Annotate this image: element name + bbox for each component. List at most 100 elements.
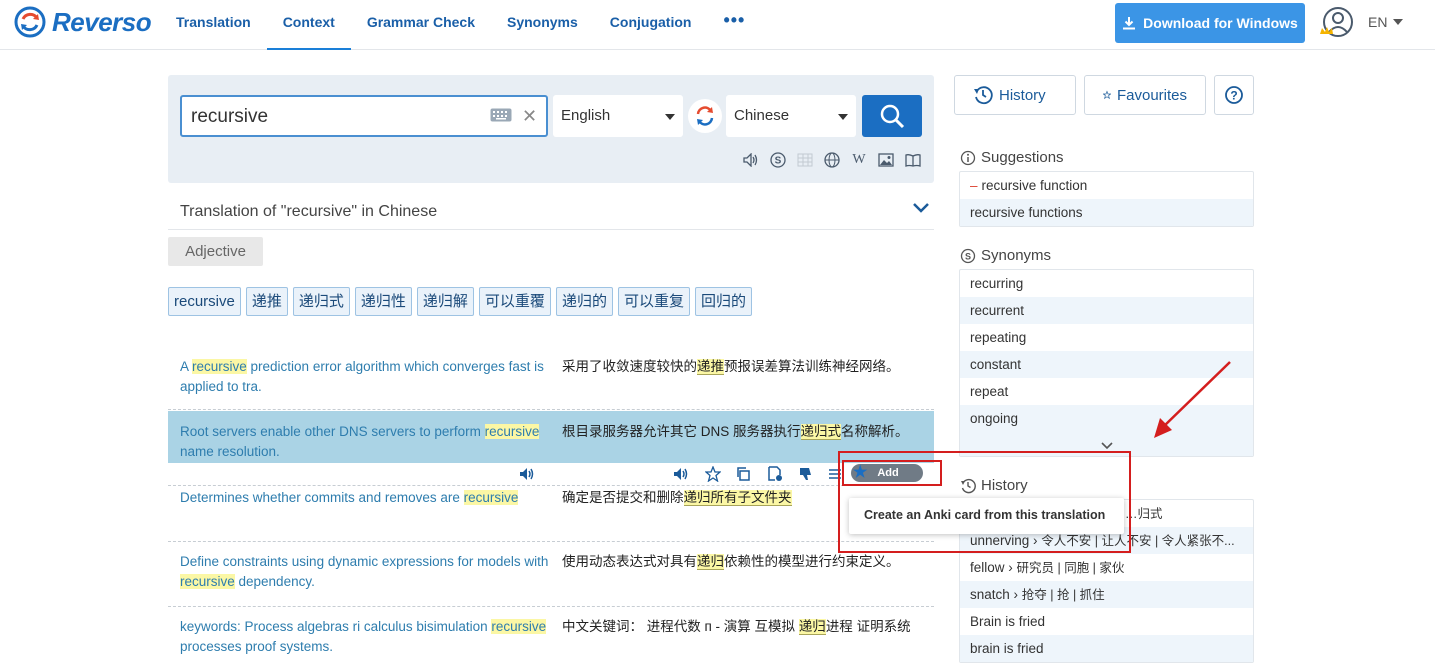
synonyms-icon[interactable]: S — [769, 151, 787, 169]
info-icon — [960, 150, 976, 165]
suggestion-text: recursive function — [981, 178, 1088, 193]
translation-header[interactable]: Translation of "recursive" in Chinese — [168, 194, 934, 230]
example-source: keywords: Process algebras ri calculus b… — [180, 617, 550, 657]
search-panel: ✕ English Chinese S — [168, 75, 934, 183]
clear-icon[interactable]: ✕ — [522, 106, 537, 127]
example-target: 使用动态表达式对具有递归依赖性的模型进行约束定义。 — [562, 552, 932, 572]
example-text: processes proof systems. — [180, 639, 334, 654]
example-source: Root servers enable other DNS servers to… — [180, 422, 550, 462]
synonyms-title: Synonyms — [981, 247, 1052, 264]
translation-chip[interactable]: 递归的 — [555, 287, 613, 316]
example-actions — [168, 462, 934, 486]
example-text: 进程 证明系统 — [825, 619, 911, 634]
image-icon[interactable] — [877, 151, 895, 169]
reverso-logo[interactable]: Reverso — [14, 6, 152, 38]
history-item[interactable]: snatch › 抢夺 | 抢 | 抓住 — [960, 581, 1253, 608]
nav-grammar-check[interactable]: Grammar Check — [351, 0, 491, 50]
suggestion-item[interactable]: recursive functions — [960, 199, 1253, 226]
nav-more-button[interactable]: ••• — [707, 0, 761, 50]
example-target: 采用了收敛速度较快的递推预报误差算法训练神经网络。 — [562, 357, 932, 377]
translation-chip[interactable]: recursive — [168, 287, 241, 316]
thumbs-down-icon[interactable] — [796, 464, 816, 484]
search-input[interactable] — [191, 106, 471, 128]
history-icon — [974, 86, 993, 105]
part-of-speech-tag: Adjective — [168, 237, 263, 266]
nav-translation[interactable]: Translation — [160, 0, 267, 50]
search-tools: S W — [742, 151, 922, 169]
main-nav: Translation Context Grammar Check Synony… — [160, 0, 761, 50]
synonym-item[interactable]: recurrent — [960, 297, 1253, 324]
example-highlight[interactable]: 递推 — [697, 359, 724, 375]
example-highlight[interactable]: 递归式 — [800, 424, 842, 440]
example-row[interactable]: keywords: Process algebras ri calculus b… — [168, 608, 934, 664]
nav-synonyms[interactable]: Synonyms — [491, 0, 594, 50]
download-icon — [1123, 17, 1136, 30]
swap-icon — [696, 106, 714, 126]
keyboard-icon[interactable] — [490, 108, 512, 127]
translation-chip[interactable]: 递归式 — [292, 287, 350, 316]
suggestion-item[interactable]: – recursive function — [960, 172, 1253, 199]
example-row-selected[interactable]: Root servers enable other DNS servers to… — [168, 411, 934, 463]
example-highlight: recursive — [192, 359, 247, 374]
example-highlight: recursive — [180, 574, 235, 589]
example-row[interactable]: A recursive prediction error algorithm w… — [168, 346, 934, 410]
suggestions-heading: Suggestions — [960, 149, 1064, 166]
example-source: Define constraints using dynamic express… — [180, 552, 550, 592]
chevron-down-icon — [838, 114, 848, 120]
translation-chip[interactable]: 可以重覆 — [478, 287, 551, 316]
example-highlight[interactable]: 递归 — [697, 554, 724, 570]
svg-text:S: S — [775, 156, 782, 167]
user-avatar-icon[interactable] — [1318, 6, 1354, 40]
example-highlight: recursive — [463, 490, 519, 505]
translation-chip[interactable]: 可以重复 — [617, 287, 690, 316]
search-button[interactable] — [862, 95, 922, 137]
example-text: name resolution. — [180, 444, 280, 459]
example-text: 名称解析。 — [841, 424, 909, 439]
ui-language-selector[interactable]: EN — [1368, 14, 1404, 30]
star-favourite-icon[interactable] — [703, 464, 723, 484]
globe-icon[interactable] — [823, 151, 841, 169]
copy-icon[interactable] — [733, 464, 753, 484]
example-source: Determines whether commits and removes a… — [180, 488, 550, 508]
speaker-icon[interactable] — [742, 151, 760, 169]
translation-chip[interactable]: 递推 — [245, 287, 288, 316]
example-target: 根目录服务器允许其它 DNS 服务器执行递归式名称解析。 — [562, 422, 932, 442]
document-search-icon[interactable] — [765, 464, 785, 484]
speaker-target-icon[interactable] — [671, 464, 691, 484]
example-highlight[interactable]: 递归所有子文件夹 — [683, 490, 792, 506]
favourites-button[interactable]: Favourites — [1084, 75, 1206, 115]
source-language-select[interactable]: English — [553, 95, 683, 137]
chevron-down-icon[interactable] — [912, 202, 930, 214]
translation-chip[interactable]: 递归解 — [416, 287, 474, 316]
example-row[interactable]: Determines whether commits and removes a… — [168, 487, 934, 542]
history-item[interactable]: brain is fried — [960, 635, 1253, 662]
translation-chip[interactable]: 递归性 — [354, 287, 412, 316]
top-navigation-bar: Reverso Translation Context Grammar Chec… — [0, 0, 1435, 50]
synonyms-icon: S — [960, 248, 976, 263]
conjugation-grid-icon[interactable] — [796, 151, 814, 169]
history-translation: 抢夺 | 抢 | 抓住 — [1021, 588, 1105, 602]
download-windows-button[interactable]: Download for Windows — [1115, 3, 1305, 43]
help-button[interactable]: ? — [1214, 75, 1254, 115]
swap-languages-button[interactable] — [688, 99, 722, 133]
speaker-source-icon[interactable] — [517, 464, 537, 484]
nav-context[interactable]: Context — [266, 0, 351, 50]
dash-icon: – — [970, 178, 978, 193]
example-row[interactable]: Define constraints using dynamic express… — [168, 543, 934, 607]
wikipedia-icon[interactable]: W — [850, 151, 868, 169]
synonym-item[interactable]: recurring — [960, 270, 1253, 297]
example-text: 预报误差算法训练神经网络。 — [724, 359, 900, 374]
source-language-value: English — [561, 107, 611, 124]
dictionary-book-icon[interactable] — [904, 151, 922, 169]
nav-conjugation[interactable]: Conjugation — [594, 0, 708, 50]
translation-chip[interactable]: 回归的 — [694, 287, 752, 316]
example-text: 采用了收敛速度较快的 — [562, 359, 697, 374]
history-button[interactable]: History — [954, 75, 1076, 115]
synonym-item[interactable]: repeating — [960, 324, 1253, 351]
history-item[interactable]: Brain is fried — [960, 608, 1253, 635]
example-highlight[interactable]: 递归 — [798, 619, 826, 635]
target-language-select[interactable]: Chinese — [726, 95, 856, 137]
logo-text: Reverso — [52, 6, 152, 37]
star-icon — [1103, 90, 1111, 100]
history-item[interactable]: fellow › 研究员 | 同胞 | 家伙 — [960, 554, 1253, 581]
